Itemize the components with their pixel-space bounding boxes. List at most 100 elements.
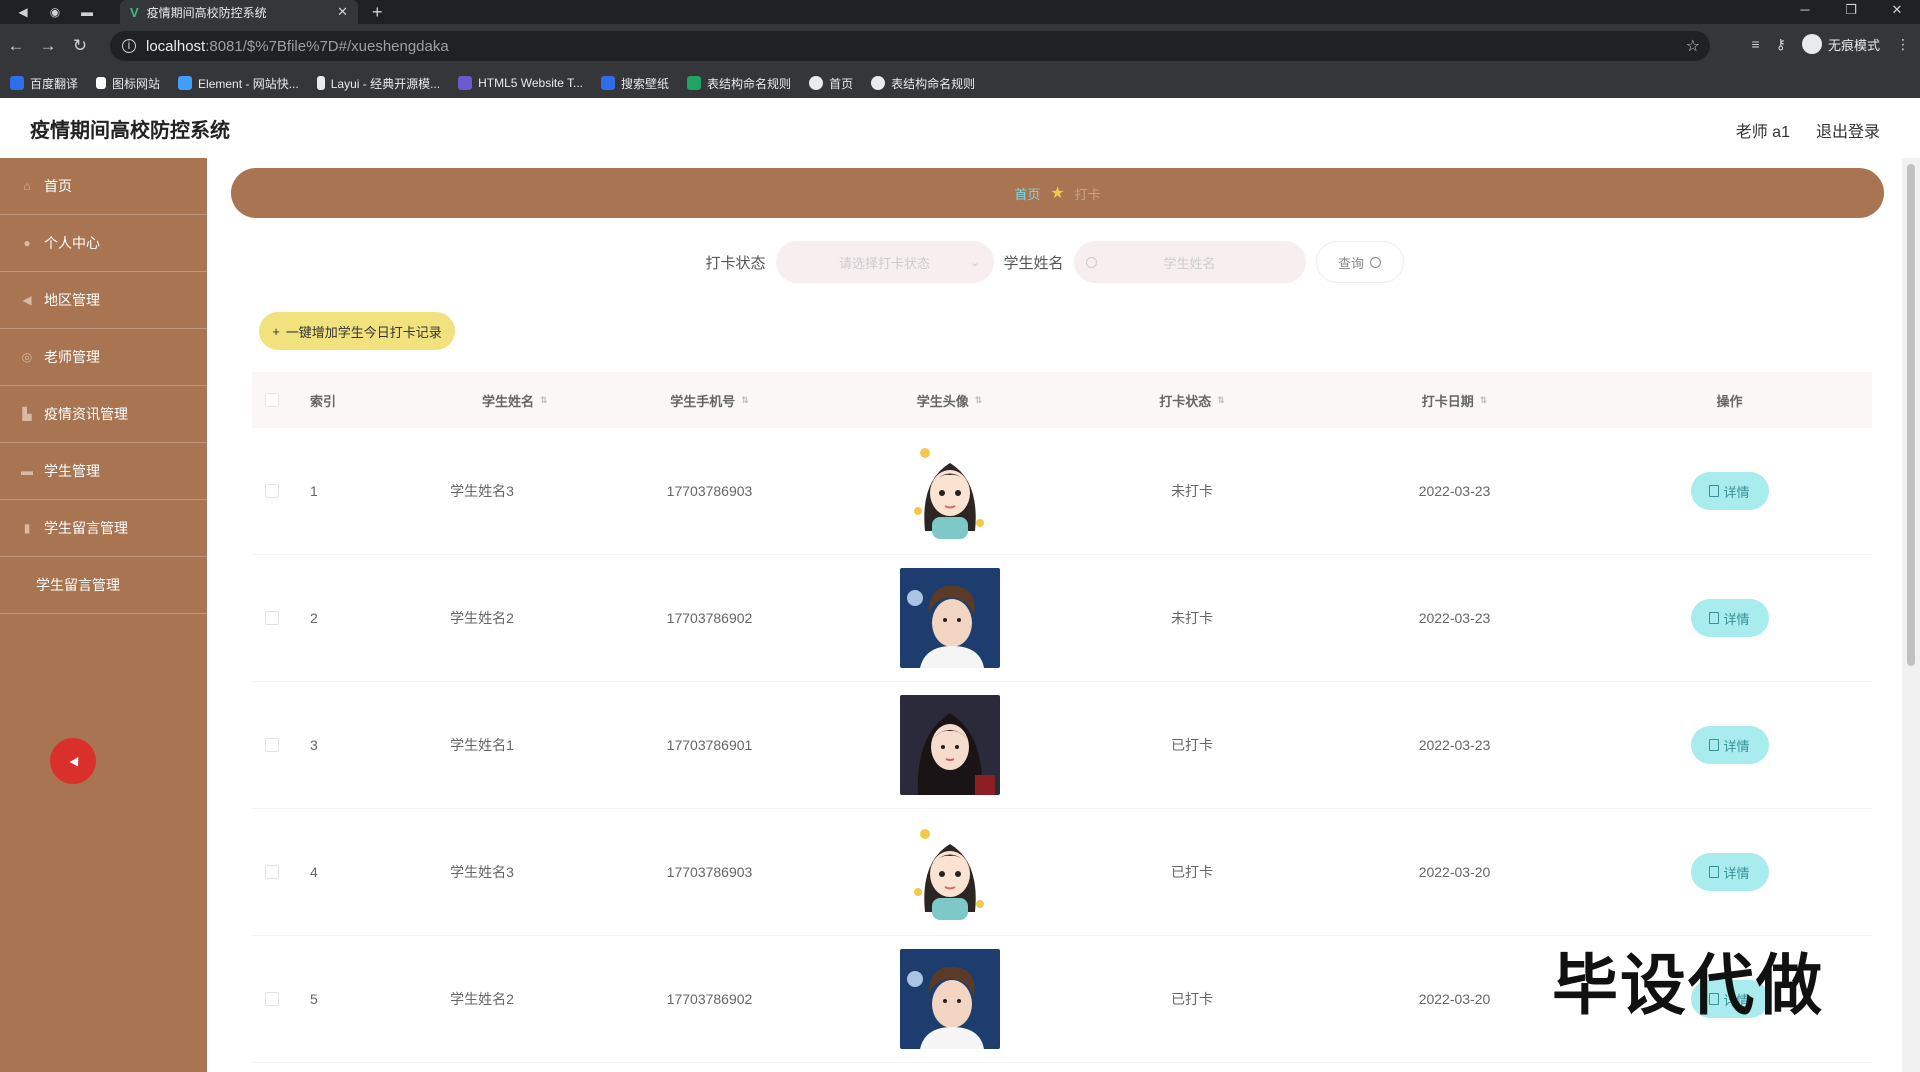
row-phone: 17703786903: [666, 483, 753, 499]
bookmark-item[interactable]: Layui - 经典开源模...: [316, 75, 440, 92]
sidebar-item-message[interactable]: ▮ 学生留言管理: [0, 500, 207, 557]
row-checkbox[interactable]: [265, 738, 279, 752]
row-name: 学生姓名1: [450, 737, 514, 753]
status-select[interactable]: 请选择打卡状态 ⌄: [775, 241, 994, 283]
header-status[interactable]: 打卡状态 ⇅: [1062, 391, 1322, 410]
table-row: 4 学生姓名3 17703786903 已打卡 2022-03-20 详情: [252, 809, 1872, 936]
document-icon: [1709, 612, 1720, 624]
bookmark-item[interactable]: 首页: [809, 75, 853, 92]
sidebar-subitem-message[interactable]: 学生留言管理: [0, 557, 207, 614]
student-avatar-image: [899, 695, 1000, 795]
logout-link[interactable]: 退出登录: [1816, 118, 1880, 142]
bookmark-item[interactable]: HTML5 Website T...: [458, 76, 583, 90]
name-search-input[interactable]: 学生姓名: [1073, 241, 1306, 283]
scrollbar-thumb[interactable]: [1907, 164, 1915, 666]
detail-button[interactable]: 详情: [1690, 472, 1769, 510]
sidebar-item-label: 学生留言管理: [44, 520, 128, 536]
row-select-cell: [252, 865, 292, 879]
row-checkbox[interactable]: [265, 865, 279, 879]
incognito-indicator[interactable]: 无痕模式: [1801, 34, 1880, 54]
row-date: 2022-03-23: [1418, 483, 1491, 499]
address-bar-row: ← → ↻ i localhost :8081/$%7Bfile%7D#/xue…: [0, 24, 1920, 68]
restore-icon[interactable]: ❐: [1828, 0, 1874, 24]
sidebar-item-student[interactable]: ▬ 学生管理: [0, 443, 207, 500]
detail-button-label: 详情: [1723, 738, 1750, 754]
breadcrumb-current: 打卡: [1074, 186, 1101, 202]
detail-button[interactable]: 详情: [1690, 599, 1769, 637]
vue-favicon-icon: V: [130, 4, 139, 20]
row-checkbox[interactable]: [265, 484, 279, 498]
back-icon[interactable]: ←: [0, 36, 32, 56]
url-input[interactable]: i localhost :8081/$%7Bfile%7D#/xueshengd…: [110, 31, 1710, 61]
browser-menu-icon[interactable]: ⋮: [1896, 36, 1910, 53]
sidebar: ⌂ 首页 ● 个人中心 ◀ 地区管理 ◎ 老师管理 ▙ 疫情资讯管理 ▬ 学生管理 ▮ 学生留…: [0, 158, 207, 1072]
key-icon[interactable]: ⚷: [1776, 36, 1786, 53]
header-date[interactable]: 打卡日期 ⇅: [1322, 391, 1587, 410]
sort-icon: ⇅: [1479, 394, 1488, 405]
row-name: 学生姓名3: [450, 483, 514, 499]
bookmark-item[interactable]: Element - 网站快...: [178, 75, 299, 92]
name-filter-label: 学生姓名: [1003, 254, 1064, 272]
sort-icon: ⇅: [974, 394, 983, 405]
tab-close-icon[interactable]: ✕: [337, 4, 348, 20]
bookmark-label: 图标网站: [112, 76, 161, 91]
query-button[interactable]: 查询: [1315, 241, 1404, 283]
speaker-icon[interactable]: ◀: [14, 3, 32, 21]
student-avatar-image: [899, 568, 1000, 668]
row-status: 已打卡: [1171, 991, 1213, 1007]
row-select-cell: [252, 611, 292, 625]
url-host: localhost: [146, 37, 206, 55]
header-phone[interactable]: 学生手机号 ⇅: [582, 391, 837, 410]
globe-icon[interactable]: ◉: [46, 3, 64, 21]
sidebar-item-news[interactable]: ▙ 疫情资讯管理: [0, 386, 207, 443]
status-filter-label: 打卡状态: [705, 254, 766, 272]
browser-tab[interactable]: V 疫情期间高校防控系统 ✕: [120, 0, 358, 24]
minimize-icon[interactable]: ─: [1782, 0, 1828, 24]
bookmark-favicon-icon: [10, 76, 24, 90]
window-icon[interactable]: ▬: [78, 3, 96, 21]
bookmark-item[interactable]: 搜索壁纸: [601, 75, 669, 92]
new-tab-icon[interactable]: +: [372, 2, 383, 23]
row-checkbox[interactable]: [265, 611, 279, 625]
bookmark-item[interactable]: 百度翻译: [10, 75, 78, 92]
reload-icon[interactable]: ↻: [64, 36, 96, 56]
reading-list-icon[interactable]: ≡: [1752, 36, 1760, 52]
bookmark-item[interactable]: 表结构命名规则: [871, 75, 975, 92]
sidebar-item-teacher[interactable]: ◎ 老师管理: [0, 329, 207, 386]
row-avatar-cell: [837, 949, 1062, 1049]
forward-icon[interactable]: →: [32, 36, 64, 56]
header-name[interactable]: 学生姓名 ⇅: [382, 391, 582, 410]
bookmark-label: Element - 网站快...: [198, 76, 299, 91]
add-today-checkin-button[interactable]: + 一键增加学生今日打卡记录: [259, 312, 455, 350]
table-row: 2 学生姓名2 17703786902 未打卡 2022-03-23 详情: [252, 555, 1872, 682]
sidebar-item-region[interactable]: ◀ 地区管理: [0, 272, 207, 329]
select-all-checkbox[interactable]: [265, 393, 279, 407]
header-status-label: 打卡状态: [1159, 393, 1212, 409]
page-scrollbar[interactable]: [1902, 158, 1920, 1072]
bookmark-favicon-icon: [178, 76, 193, 90]
browser-tab-bar: ◀ ◉ ▬ V 疫情期间高校防控系统 ✕ + ─ ❐ ✕: [0, 0, 1920, 24]
sidebar-item-home[interactable]: ⌂ 首页: [0, 158, 207, 215]
sidebar-item-profile[interactable]: ● 个人中心: [0, 215, 207, 272]
row-index: 3: [310, 737, 318, 753]
bookmark-item[interactable]: 表结构命名规则: [687, 75, 791, 92]
sidebar-item-label: 疫情资讯管理: [44, 406, 128, 422]
site-info-icon[interactable]: i: [122, 39, 136, 53]
breadcrumb-home[interactable]: 首页: [1014, 184, 1040, 203]
header-avatar[interactable]: 学生头像 ⇅: [837, 391, 1062, 410]
row-checkbox[interactable]: [265, 992, 279, 1006]
bookmark-label: 搜索壁纸: [621, 76, 670, 91]
detail-button[interactable]: 详情: [1690, 726, 1769, 764]
url-path: :8081/$%7Bfile%7D#/xueshengdaka: [205, 37, 449, 55]
close-window-icon[interactable]: ✕: [1874, 0, 1920, 24]
bookmarks-bar: 百度翻译 图标网站 Element - 网站快... Layui - 经典开源模…: [0, 68, 1920, 98]
watermark-text: 毕设代做: [1552, 948, 1824, 1022]
name-search-placeholder: 学生姓名: [1163, 255, 1216, 271]
bookmark-star-icon[interactable]: ☆: [1686, 36, 1700, 56]
bookmark-item[interactable]: 图标网站: [96, 75, 160, 92]
row-phone: 17703786902: [666, 610, 753, 626]
globe-icon: [871, 76, 886, 90]
row-select-cell: [252, 738, 292, 752]
detail-button[interactable]: 详情: [1690, 853, 1769, 891]
app-title: 疫情期间高校防控系统: [30, 119, 230, 142]
